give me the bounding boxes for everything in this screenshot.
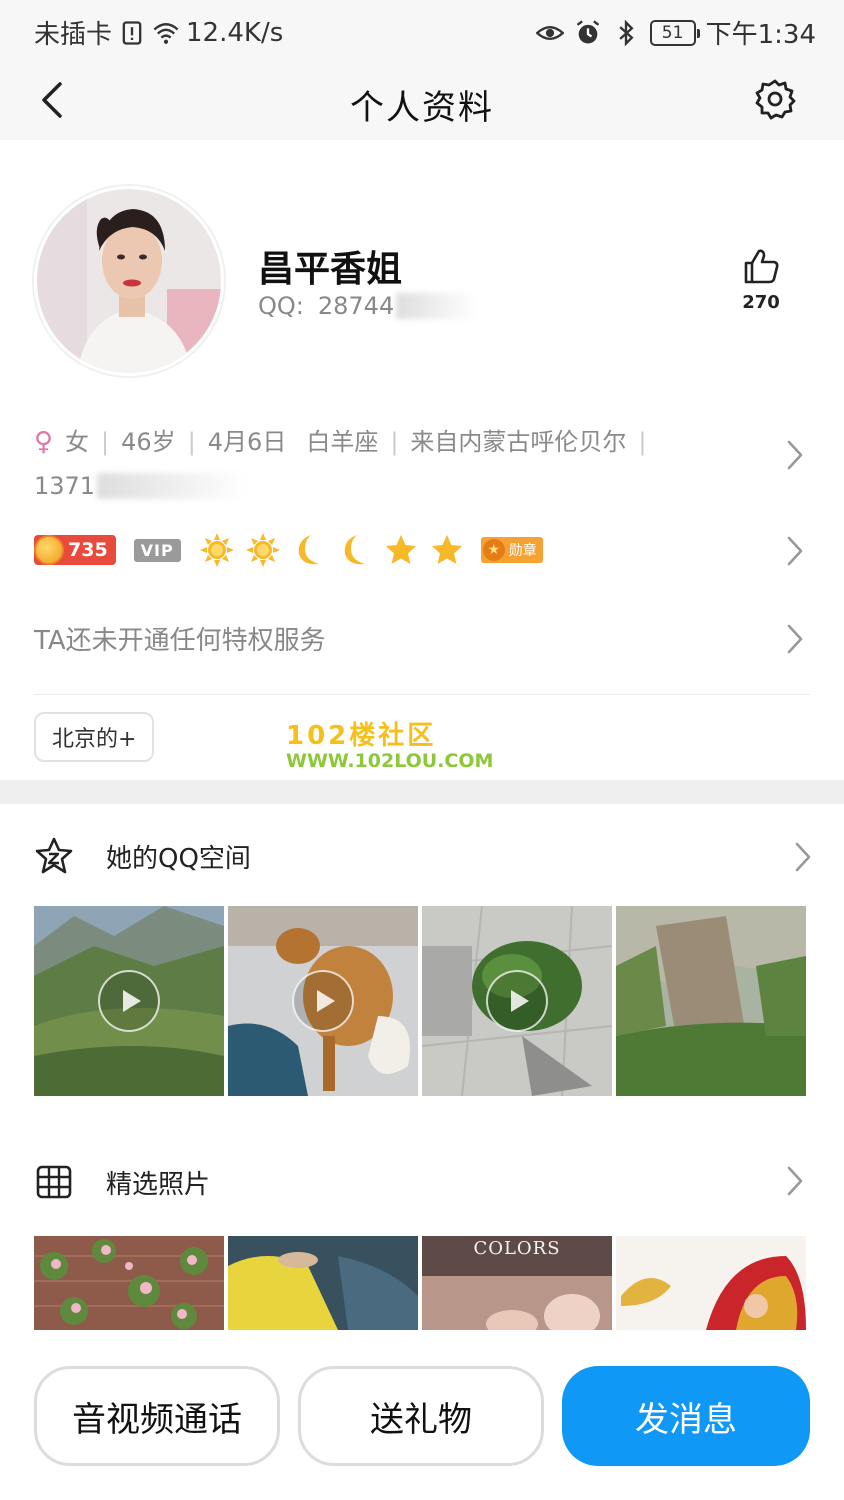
chevron-right-icon[interactable] (792, 840, 814, 874)
photo-thumbnail[interactable] (616, 1236, 806, 1330)
photos-header[interactable]: 精选照片 (34, 1160, 210, 1204)
photo-caption: COLORS (473, 1238, 561, 1259)
avatar-image (37, 189, 221, 373)
call-button[interactable]: 音视频通话 (34, 1366, 280, 1466)
separator: | (638, 428, 647, 456)
cliff-image (616, 906, 806, 1096)
clock-text: 下午1:34 (705, 20, 816, 50)
chevron-right-icon[interactable] (784, 438, 806, 472)
qq-value: 28744 (317, 292, 395, 320)
carrier-text: 未插卡 (34, 20, 113, 50)
bluetooth-icon (618, 19, 634, 46)
thumbs-up-icon (744, 249, 779, 284)
chevron-right-icon[interactable] (784, 622, 806, 656)
flower-wall-image (34, 1236, 224, 1330)
gear-icon[interactable] (754, 78, 796, 120)
chevron-right-icon[interactable] (784, 534, 806, 568)
play-icon (98, 970, 160, 1032)
medal-icon: ★ (482, 539, 505, 561)
phone-line: 1371 (34, 464, 734, 508)
phone-redacted (97, 473, 248, 499)
divider (34, 694, 810, 695)
chevron-right-icon[interactable] (784, 1164, 806, 1198)
qzone-header[interactable]: 她的QQ空间 (34, 834, 251, 878)
video-thumbnail[interactable] (228, 906, 418, 1096)
qzone-media-grid (34, 906, 806, 1096)
moon-icon (298, 535, 319, 565)
profile-name: 昌平香姐 (258, 249, 403, 290)
photo-thumbnail[interactable]: COLORS (422, 1236, 612, 1330)
wifi-icon (153, 22, 179, 44)
moon-icon (344, 535, 365, 565)
female-icon: ♀ (34, 427, 54, 457)
network-speed: 12.4K/s (186, 17, 284, 48)
hometown: 来自内蒙古呼伦贝尔 (410, 428, 627, 456)
gift-button[interactable]: 送礼物 (298, 1366, 544, 1466)
privilege-text[interactable]: TA还未开通任何特权服务 (34, 620, 326, 657)
vip-badge: VIP (133, 538, 181, 562)
section-divider (0, 780, 844, 804)
birthday: 4月6日 (207, 428, 287, 456)
profile-details[interactable]: ♀ 女 | 46岁 | 4月6日 白羊座 | 来自内蒙古呼伦贝尔 | 1371 (34, 420, 734, 508)
separator: | (390, 428, 399, 456)
video-thumbnail[interactable] (422, 906, 612, 1096)
phone-number: 1371 (34, 472, 96, 500)
details-line: ♀ 女 | 46岁 | 4月6日 白羊座 | 来自内蒙古呼伦贝尔 | (34, 420, 734, 464)
like-button[interactable]: 270 (736, 246, 786, 313)
level-number: 735 (68, 539, 108, 561)
qq-label: QQ: (258, 292, 304, 320)
message-button[interactable]: 发消息 (562, 1366, 810, 1466)
star-outline-icon (35, 837, 73, 874)
age: 46岁 (121, 428, 176, 456)
video-thumbnail[interactable] (34, 906, 224, 1096)
like-count: 270 (742, 292, 780, 313)
star-icon (431, 535, 462, 564)
medal-label: 勋章 (508, 543, 537, 559)
play-icon (292, 970, 354, 1032)
status-left: 未插卡 12.4K/s (34, 14, 283, 51)
interest-tag[interactable]: 北京的+ (34, 712, 155, 762)
sun-icon (199, 533, 234, 567)
qzone-title: 她的QQ空间 (106, 843, 251, 874)
level-badge: 735 (34, 535, 116, 565)
festival-image (616, 1236, 806, 1330)
action-bar: 音视频通话 送礼物 发消息 (0, 1330, 844, 1500)
badge-row[interactable]: 735 VIP ★ 勋章 (34, 530, 543, 570)
grid-icon (36, 1165, 72, 1199)
separator: | (101, 428, 110, 456)
nav-bar: 个人资料 (0, 60, 844, 140)
gender: 女 (65, 428, 90, 456)
status-right: 51 下午1:34 (535, 14, 816, 51)
watermark-title: 102楼社区 (286, 721, 437, 751)
sun-icon (245, 533, 280, 567)
battery-icon: 51 (649, 19, 700, 46)
watermark-url: WWW.102LOU.COM (286, 750, 494, 772)
watermark: 102楼社区 WWW.102LOU.COM (286, 722, 493, 772)
page-title: 个人资料 (350, 88, 494, 128)
zodiac: 白羊座 (306, 428, 379, 456)
eye-icon (535, 25, 564, 40)
play-icon (486, 970, 548, 1032)
qq-number: QQ: 28744 (258, 292, 477, 320)
medal-badge: ★ 勋章 (480, 537, 543, 563)
photo-thumbnail[interactable] (228, 1236, 418, 1330)
qq-redacted (396, 293, 477, 319)
photo-grid: COLORS (34, 1236, 806, 1330)
sim-alert-icon (122, 20, 142, 45)
star-icon (385, 535, 416, 564)
status-bar: 未插卡 12.4K/s 51 下午1:34 (0, 0, 844, 60)
coin-icon (34, 535, 64, 565)
alarm-icon (576, 19, 599, 43)
separator: | (187, 428, 196, 456)
photos-title: 精选照片 (106, 1169, 211, 1200)
photo-thumbnail[interactable] (34, 1236, 224, 1330)
photo-thumbnail[interactable] (616, 906, 806, 1096)
yellow-top-image (228, 1236, 418, 1330)
avatar[interactable] (34, 186, 224, 376)
